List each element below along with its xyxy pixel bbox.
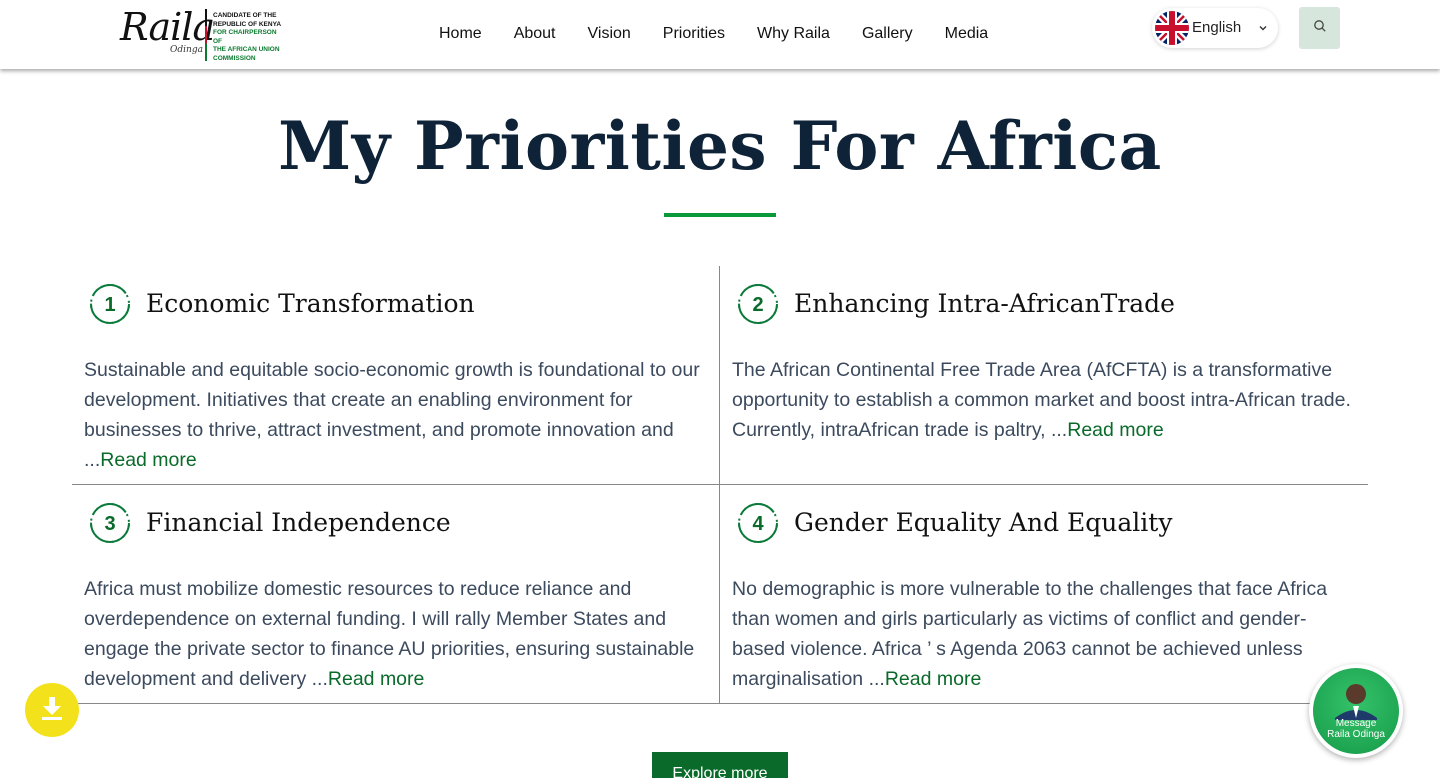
nav-priorities[interactable]: Priorities [647, 24, 741, 44]
site-header: Raila Odinga Candidate of the Republic o… [0, 0, 1440, 69]
page-title: My Priorities For Africa [278, 107, 1162, 185]
message-raila-button[interactable]: Message Raila Odinga [1309, 664, 1403, 758]
priority-title: Enhancing Intra-AfricanTrade [794, 289, 1175, 318]
title-underline [664, 213, 776, 217]
download-icon [37, 693, 67, 728]
nav-why-raila[interactable]: Why Raila [741, 24, 846, 44]
read-more-link[interactable]: Read more [100, 449, 196, 471]
logo-divider [205, 9, 207, 61]
grid-divider-middle [72, 484, 1368, 485]
main-nav: Home About Vision Priorities Why Raila G… [423, 24, 1004, 44]
search-button[interactable] [1299, 7, 1340, 49]
clock-number-icon: 4 [736, 501, 780, 545]
priority-card: 2 Enhancing Intra-AfricanTrade The Afric… [732, 269, 1352, 469]
priority-card: 4 Gender Equality And Equality No demogr… [732, 488, 1352, 690]
nav-about[interactable]: About [498, 24, 572, 44]
logo-caption: Candidate of the Republic of Kenya For C… [213, 12, 282, 62]
priority-description: Africa must mobilize domestic resources … [84, 578, 695, 690]
language-selector[interactable]: English [1152, 8, 1278, 48]
clock-number-icon: 1 [88, 282, 132, 326]
nav-media[interactable]: Media [929, 24, 1005, 44]
priority-description: The African Continental Free Trade Area … [732, 359, 1351, 441]
message-avatar: Message Raila Odinga [1313, 668, 1399, 754]
svg-text:1: 1 [104, 294, 115, 316]
clock-number-icon: 3 [88, 501, 132, 545]
priority-card: 3 Financial Independence Africa must mob… [84, 488, 704, 690]
chevron-down-icon [1257, 21, 1269, 39]
priority-title: Financial Independence [146, 508, 451, 537]
logo-script-sub: Odinga [170, 45, 203, 55]
priority-title: Economic Transformation [146, 289, 475, 318]
nav-vision[interactable]: Vision [572, 24, 647, 44]
svg-text:4: 4 [752, 513, 764, 535]
nav-gallery[interactable]: Gallery [846, 24, 929, 44]
clock-number-icon: 2 [736, 282, 780, 326]
uk-flag-icon [1155, 11, 1189, 45]
priority-description: No demographic is more vulnerable to the… [732, 578, 1328, 690]
svg-text:2: 2 [752, 294, 763, 316]
priority-description: Sustainable and equitable socio-economic… [84, 359, 700, 471]
nav-home[interactable]: Home [423, 24, 498, 44]
search-icon [1313, 19, 1327, 38]
read-more-link[interactable]: Read more [328, 668, 424, 690]
read-more-link[interactable]: Read more [885, 668, 981, 690]
svg-text:3: 3 [104, 513, 115, 535]
priority-title: Gender Equality And Equality [794, 508, 1173, 537]
read-more-link[interactable]: Read more [1067, 419, 1163, 441]
message-label: Message Raila Odinga [1327, 718, 1385, 740]
site-logo[interactable]: Raila Odinga Candidate of the Republic o… [118, 5, 283, 63]
priority-card: 1 Economic Transformation Sustainable an… [84, 269, 704, 471]
logo-script: Raila [120, 5, 215, 49]
explore-more-button[interactable]: Explore more [652, 752, 788, 778]
download-button[interactable] [25, 683, 79, 737]
person-avatar-icon [1335, 684, 1377, 720]
language-label: English [1192, 19, 1242, 36]
grid-divider-bottom [72, 703, 1368, 704]
